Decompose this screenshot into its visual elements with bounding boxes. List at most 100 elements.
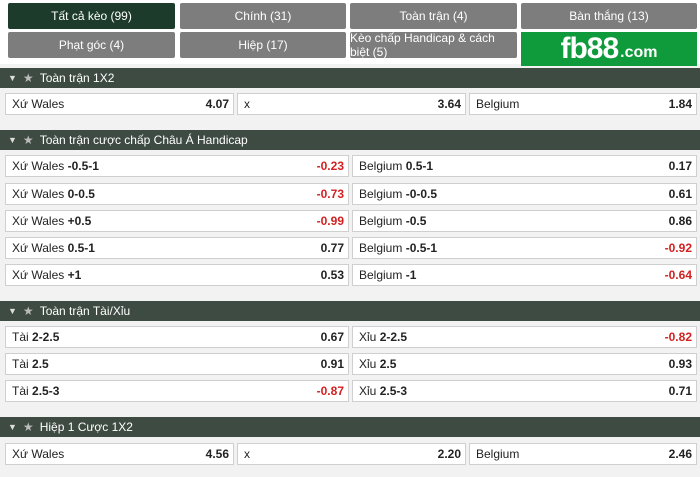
odds-value: -0.23 — [316, 159, 344, 173]
odds-cell[interactable]: Belgium -0-0.5 0.61 — [352, 183, 697, 205]
section-header-half1-1x2[interactable]: ▼ ★ Hiệp 1 Cược 1X2 — [0, 417, 700, 437]
odds-value: 0.17 — [668, 159, 692, 173]
handicap-line: 2.5 — [32, 357, 49, 371]
selection-name: Xứ Wales 0-0.5 — [12, 187, 95, 201]
selection-team: Belgium — [359, 187, 403, 201]
handicap-line: 0.5-1 — [405, 159, 434, 173]
tab-goals[interactable]: Bàn thắng (13) — [521, 3, 697, 29]
odds-cell[interactable]: Belgium -0.5-1 -0.92 — [352, 237, 697, 259]
selection-team: Tài — [12, 357, 29, 371]
selection-team: Belgium — [359, 159, 403, 173]
odds-value: 0.93 — [668, 357, 692, 371]
odds-cell[interactable]: x 3.64 — [237, 93, 466, 115]
star-icon[interactable]: ★ — [23, 304, 34, 318]
star-icon[interactable]: ★ — [23, 71, 34, 85]
selection-team: Xỉu — [359, 357, 377, 371]
selection-team: Xứ Wales — [12, 187, 65, 201]
odds-value: -0.73 — [316, 187, 344, 201]
odds-cell[interactable]: Xỉu 2.5-3 0.71 — [352, 380, 697, 402]
selection-team: Belgium — [359, 241, 403, 255]
tab-half[interactable]: Hiệp (17) — [180, 32, 346, 58]
odds-cell[interactable]: Xứ Wales -0.5-1 -0.23 — [5, 155, 349, 177]
odds-cell[interactable]: Belgium 1.84 — [469, 93, 697, 115]
selection-name: Xứ Wales -0.5-1 — [12, 159, 99, 173]
odds-cell[interactable]: Belgium 0.5-1 0.17 — [352, 155, 697, 177]
selection-name: Xứ Wales 0.5-1 — [12, 241, 95, 255]
handicap-line: -0.5-1 — [405, 241, 438, 255]
selection-name: Belgium -0.5 — [359, 214, 426, 228]
handicap-line: +0.5 — [67, 214, 92, 228]
selection-team: Xứ Wales — [12, 241, 65, 255]
odds-cell[interactable]: x 2.20 — [237, 443, 466, 465]
selection-name: x — [244, 447, 250, 461]
section-header-1x2[interactable]: ▼ ★ Toàn trận 1X2 — [0, 68, 700, 88]
odds-cell[interactable]: Xỉu 2-2.5 -0.82 — [352, 326, 697, 348]
odds-cell[interactable]: Xứ Wales +1 0.53 — [5, 264, 349, 286]
tab-handicap[interactable]: Kèo chấp Handicap & cách biệt (5) — [350, 31, 517, 59]
selection-name: Xứ Wales — [12, 97, 65, 111]
handicap-line: +1 — [67, 268, 82, 282]
handicap-line: -0.5-1 — [67, 159, 99, 173]
section-title: Hiệp 1 Cược 1X2 — [39, 420, 133, 434]
odds-cell[interactable]: Belgium -0.5 0.86 — [352, 210, 697, 232]
odds-value: 0.71 — [668, 384, 692, 398]
odds-cell[interactable]: Xứ Wales +0.5 -0.99 — [5, 210, 349, 232]
selection-name: Belgium 0.5-1 — [359, 159, 433, 173]
selection-team: Xứ Wales — [12, 214, 65, 228]
selection-name: Xỉu 2.5-3 — [359, 384, 407, 398]
odds-value: 1.84 — [668, 97, 692, 111]
odds-value: 0.61 — [668, 187, 692, 201]
selection-team: Xỉu — [359, 330, 377, 344]
odds-cell[interactable]: Xứ Wales 4.07 — [5, 93, 234, 115]
collapse-caret-icon[interactable]: ▼ — [8, 135, 17, 145]
selection-name: Belgium -0-0.5 — [359, 187, 437, 201]
collapse-caret-icon[interactable]: ▼ — [8, 422, 17, 432]
odds-cell[interactable]: Xứ Wales 4.56 — [5, 443, 234, 465]
odds-cell[interactable]: Belgium 2.46 — [469, 443, 697, 465]
section-header-over-under[interactable]: ▼ ★ Toàn trận Tài/Xỉu — [0, 301, 700, 321]
collapse-caret-icon[interactable]: ▼ — [8, 306, 17, 316]
handicap-line: 0.5-1 — [67, 241, 95, 255]
odds-value: 3.64 — [437, 97, 461, 111]
odds-cell[interactable]: Xứ Wales 0.5-1 0.77 — [5, 237, 349, 259]
odds-cell[interactable]: Belgium -1 -0.64 — [352, 264, 697, 286]
selection-name: x — [244, 97, 250, 111]
market-tabs: Tất cả kèo (99) Chính (31) Toàn trận (4)… — [0, 0, 700, 66]
selection-name: Tài 2.5 — [12, 357, 49, 371]
selection-name: Belgium -0.5-1 — [359, 241, 437, 255]
star-icon[interactable]: ★ — [23, 420, 34, 434]
tab-full-match[interactable]: Toàn trận (4) — [350, 3, 517, 29]
handicap-line: -0-0.5 — [405, 187, 438, 201]
section-header-asian-handicap[interactable]: ▼ ★ Toàn trận cược chấp Châu Á Handicap — [0, 130, 700, 150]
odds-value: 2.46 — [668, 447, 692, 461]
odds-value: 0.86 — [668, 214, 692, 228]
odds-cell[interactable]: Xỉu 2.5 0.93 — [352, 353, 697, 375]
selection-team: Tài — [12, 330, 29, 344]
selection-team: Xỉu — [359, 384, 377, 398]
selection-name: Tài 2-2.5 — [12, 330, 59, 344]
section-title: Toàn trận Tài/Xỉu — [39, 304, 131, 318]
odds-value: -0.64 — [664, 268, 692, 282]
tab-corners[interactable]: Phạt góc (4) — [8, 32, 175, 58]
section-title: Toàn trận 1X2 — [39, 71, 115, 85]
handicap-line: 2.5 — [379, 357, 397, 371]
odds-value: -0.99 — [316, 214, 344, 228]
tab-all[interactable]: Tất cả kèo (99) — [8, 3, 175, 29]
selection-name: Xỉu 2.5 — [359, 357, 396, 371]
handicap-line: 2.5-3 — [32, 384, 60, 398]
odds-cell[interactable]: Xứ Wales 0-0.5 -0.73 — [5, 183, 349, 205]
odds-cell[interactable]: Tài 2.5 0.91 — [5, 353, 349, 375]
selection-name: Xứ Wales +1 — [12, 268, 81, 282]
odds-cell[interactable]: Tài 2-2.5 0.67 — [5, 326, 349, 348]
selection-name: Tài 2.5-3 — [12, 384, 59, 398]
tab-main[interactable]: Chính (31) — [180, 3, 346, 29]
collapse-caret-icon[interactable]: ▼ — [8, 73, 17, 83]
selection-team: Xứ Wales — [12, 159, 65, 173]
odds-cell[interactable]: Tài 2.5-3 -0.87 — [5, 380, 349, 402]
handicap-line: -1 — [405, 268, 417, 282]
selection-team: Belgium — [359, 268, 403, 282]
star-icon[interactable]: ★ — [23, 133, 34, 147]
odds-value: 2.20 — [437, 447, 461, 461]
handicap-line: 2-2.5 — [379, 330, 408, 344]
selection-name: Xỉu 2-2.5 — [359, 330, 407, 344]
